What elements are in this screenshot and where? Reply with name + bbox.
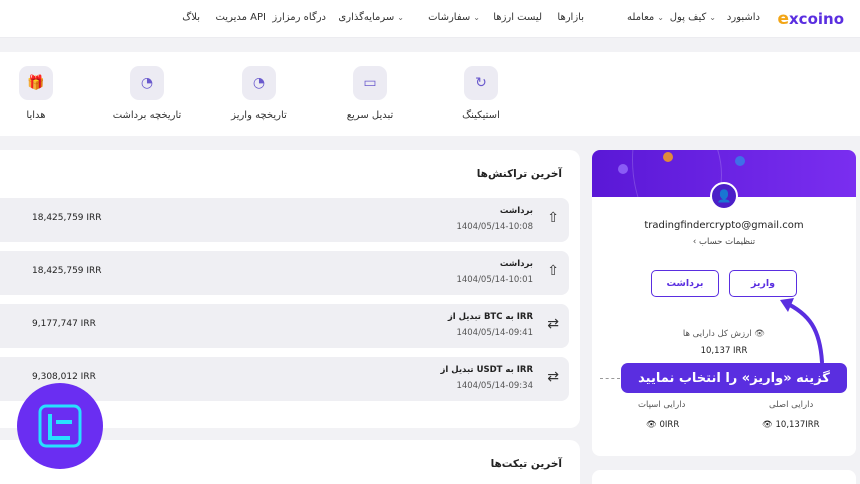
chevron-down-icon: ⌄ xyxy=(657,13,664,22)
transaction-amount: 9,308,012 IRR xyxy=(32,372,96,382)
shortcut-gifts[interactable]: 🎁 هدایا xyxy=(0,66,76,121)
transactions-card: آخرین تراکنش‌ها 18,425,759 IRR ⇧ برداشت … xyxy=(0,150,580,428)
nav-investment[interactable]: سرمایه‌گذاری ⌄ xyxy=(338,12,404,23)
transaction-row[interactable]: 18,425,759 IRR ⇧ برداشت 1404/05/14-10:08 xyxy=(0,198,569,242)
transaction-type: تبدیل از USDT به IRR xyxy=(440,365,534,375)
nav-dashboard[interactable]: داشبورد xyxy=(727,12,760,23)
logo-e: e xyxy=(777,9,789,29)
chevron-left-icon: ‹ xyxy=(692,237,697,247)
nav-blog-label: بلاگ xyxy=(182,12,200,23)
transaction-row[interactable]: 18,425,759 IRR ⇧ برداشت 1404/05/14-10:01 xyxy=(0,251,569,295)
avatar[interactable]: 👤 xyxy=(710,182,738,210)
swap-icon: ⇄ xyxy=(547,316,559,332)
account-settings-link[interactable]: ‹ تنظیمات حساب xyxy=(592,237,856,247)
excoino-logo[interactable]: e xcoino xyxy=(777,9,844,29)
eye-icon[interactable]: 👁 xyxy=(762,420,773,430)
transaction-row[interactable]: 9,177,747 IRR ⇄ تبدیل از BTC به IRR 1404… xyxy=(0,304,569,348)
tickets-title: آخرین تیکت‌ها xyxy=(490,458,562,470)
tf-logo-icon xyxy=(38,404,82,448)
coin-icon xyxy=(735,156,745,166)
account-settings-label: تنظیمات حساب xyxy=(699,237,756,247)
nav-wallet[interactable]: کیف پول ⌄ xyxy=(670,12,716,23)
swap-icon: ⇄ xyxy=(547,369,559,385)
coin-icon xyxy=(663,152,673,162)
nav-crypto-gateway-label: درگاه رمزارز xyxy=(272,12,326,23)
quick-swap-icon: ▭ xyxy=(353,66,387,100)
transactions-title: آخرین تراکنش‌ها xyxy=(476,168,562,180)
nav-currency-list-label: لیست ارزها xyxy=(493,12,542,23)
shortcut-withdraw-history[interactable]: ◔ تاریخچه برداشت xyxy=(107,66,187,121)
spot-assets-label: دارایی اسپات xyxy=(638,400,686,410)
nav-markets[interactable]: بازارها xyxy=(557,12,584,23)
nav-api-management-label: مدیریت API xyxy=(215,12,266,23)
nav-trade[interactable]: معامله ⌄ xyxy=(627,12,664,23)
transaction-date: 1404/05/14-09:34 xyxy=(456,381,533,391)
top-navbar: e xcoino داشبورد کیف پول ⌄ معامله ⌄ بازارها… xyxy=(0,0,860,38)
shortcut-withdraw-history-label: تاریخچه برداشت xyxy=(112,110,182,121)
withdraw-button-label: برداشت xyxy=(666,278,704,289)
nav-orders[interactable]: سفارشات ⌄ xyxy=(428,12,480,23)
main-assets-label: دارایی اصلی xyxy=(769,400,814,410)
withdraw-history-icon: ◔ xyxy=(130,66,164,100)
nav-currency-list[interactable]: لیست ارزها xyxy=(493,12,542,23)
total-assets-label: ارزش کل دارایی ها xyxy=(682,329,752,339)
transaction-amount: 18,425,759 IRR xyxy=(32,213,102,223)
shortcut-quick-swap-label: تبدیل سریع xyxy=(346,110,394,121)
transaction-type: برداشت xyxy=(499,259,533,269)
guidance-callout-text: گزینه «واریز» را انتخاب نمایید xyxy=(638,370,830,386)
nav-investment-label: سرمایه‌گذاری xyxy=(338,12,395,23)
chevron-down-icon: ⌄ xyxy=(397,13,404,22)
callout-connector xyxy=(600,378,620,379)
main-assets: 👁 10,137IRR xyxy=(762,420,820,430)
deposit-history-icon: ◔ xyxy=(242,66,276,100)
transaction-date: 1404/05/14-10:08 xyxy=(456,222,533,232)
transaction-type: تبدیل از BTC به IRR xyxy=(447,312,533,322)
chevron-down-icon: ⌄ xyxy=(473,13,480,22)
deposit-button-label: واریز xyxy=(750,278,776,289)
nav-trade-label: معامله xyxy=(627,12,655,23)
withdraw-button[interactable]: برداشت xyxy=(651,270,719,297)
chevron-down-icon: ⌄ xyxy=(709,13,716,22)
staking-icon: ↻ xyxy=(464,66,498,100)
transaction-type: برداشت xyxy=(499,206,533,216)
upload-icon: ⇧ xyxy=(547,210,559,226)
transaction-date: 1404/05/14-10:01 xyxy=(456,275,533,285)
shortcut-deposit-history[interactable]: ◔ تاریخچه واریز xyxy=(219,66,299,121)
transaction-amount: 18,425,759 IRR xyxy=(32,266,102,276)
shortcuts-bar: ↻ استیکینگ ▭ تبدیل سریع ◔ تاریخچه واریز … xyxy=(0,52,860,136)
nav-blog[interactable]: بلاگ xyxy=(182,12,200,23)
user-email: tradingfindercrypto@gmail.com xyxy=(644,220,804,231)
gift-icon: 🎁 xyxy=(19,66,53,100)
nav-wallet-label: کیف پول xyxy=(669,12,707,23)
nav-orders-label: سفارشات xyxy=(428,12,471,23)
main-assets-value: 10,137IRR xyxy=(775,420,820,430)
nav-crypto-gateway[interactable]: درگاه رمزارز xyxy=(272,12,326,23)
shortcut-gifts-label: هدایا xyxy=(26,110,46,121)
tradingfinder-watermark-logo xyxy=(17,383,103,469)
nav-dashboard-label: داشبورد xyxy=(726,12,760,23)
nav-markets-label: بازارها xyxy=(557,12,584,23)
transaction-amount: 9,177,747 IRR xyxy=(32,319,96,329)
spot-assets: 👁 0IRR xyxy=(646,420,679,430)
coin-icon xyxy=(618,164,628,174)
shortcut-quick-swap[interactable]: ▭ تبدیل سریع xyxy=(330,66,410,121)
shortcut-deposit-history-label: تاریخچه واریز xyxy=(231,110,287,121)
transaction-date: 1404/05/14-09:41 xyxy=(456,328,533,338)
logo-text: xcoino xyxy=(789,10,844,28)
spot-assets-value: 0IRR xyxy=(659,420,680,430)
shortcut-staking[interactable]: ↻ استیکینگ xyxy=(441,66,521,121)
nav-api-management[interactable]: مدیریت API xyxy=(215,12,266,23)
callout-arrow xyxy=(780,298,824,364)
secondary-card xyxy=(592,470,856,484)
upload-icon: ⇧ xyxy=(547,263,559,279)
eye-icon[interactable]: 👁 xyxy=(646,420,657,430)
eye-icon[interactable]: 👁 xyxy=(754,329,765,339)
shortcut-staking-label: استیکینگ xyxy=(462,110,500,121)
